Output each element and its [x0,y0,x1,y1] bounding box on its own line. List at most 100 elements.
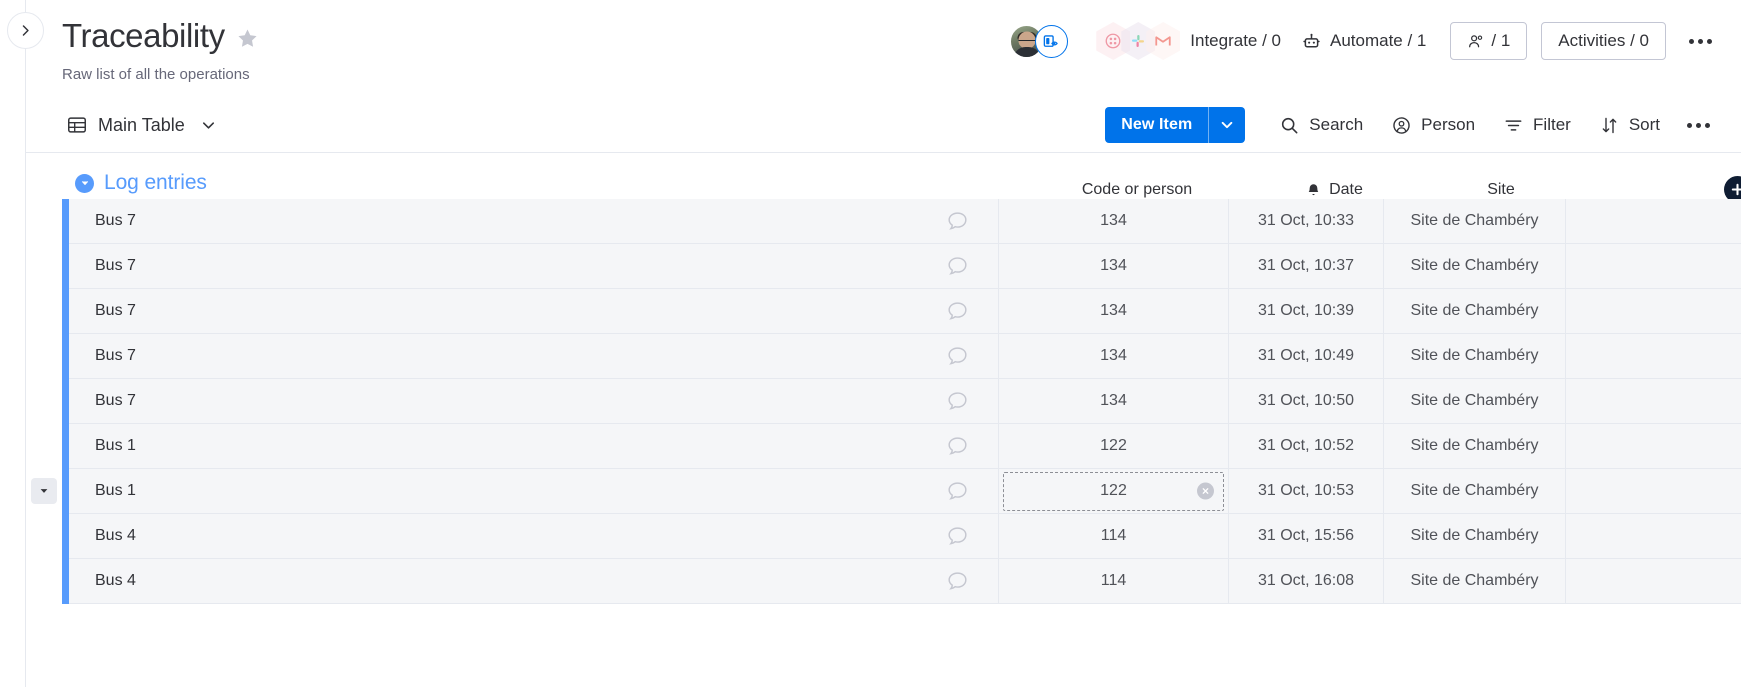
cell-site[interactable]: Site de Chambéry [1384,423,1566,469]
cell-date[interactable]: 31 Oct, 10:52 [1229,423,1384,469]
person-filter-button[interactable]: Person [1379,107,1487,144]
cell-code-value: 134 [1100,257,1127,274]
cell-code-value: 122 [1100,437,1127,454]
cell-site[interactable]: Site de Chambéry [1384,558,1566,604]
table-row[interactable]: Bus 7 134 31 Oct, 10:50 Site de Chambéry [62,378,1741,424]
tab-main-table[interactable]: Main Table [62,108,220,142]
toolbar-more-button[interactable] [1676,113,1721,138]
row-menu-button[interactable] [31,478,57,504]
cell-code[interactable]: 114 [999,513,1229,559]
column-header-date[interactable]: Date [1254,181,1414,199]
chat-bubble-icon[interactable] [945,299,970,324]
cell-date[interactable]: 31 Oct, 10:33 [1229,198,1384,244]
new-item-dropdown-button[interactable] [1209,107,1245,143]
table-row[interactable]: Bus 1 122 31 Oct, 10:52 Site de Chambéry [62,423,1741,469]
star-icon[interactable] [236,27,259,50]
table-row[interactable]: Bus 7 134 31 Oct, 10:33 Site de Chambéry [62,198,1741,244]
board-members-button[interactable]: / 1 [1450,22,1528,60]
column-header-site[interactable]: Site [1410,181,1592,199]
chevron-right-icon [22,25,29,36]
cell-name[interactable]: Bus 1 [69,423,999,469]
chevron-down-icon[interactable] [201,118,216,133]
cell-code[interactable]: 134 [999,198,1229,244]
cell-name[interactable]: Bus 7 [69,198,999,244]
activities-button[interactable]: Activities / 0 [1541,22,1666,60]
chat-bubble-icon[interactable] [945,569,970,594]
expand-sidebar-button[interactable] [7,12,44,49]
cell-name[interactable]: Bus 7 [69,378,999,424]
cell-site-value: Site de Chambéry [1410,347,1539,364]
cell-code[interactable]: 134 [999,378,1229,424]
cell-code[interactable]: 122 [999,468,1229,514]
cell-site[interactable]: Site de Chambéry [1384,243,1566,289]
chat-bubble-icon[interactable] [945,209,970,234]
table-row[interactable]: Bus 4 114 31 Oct, 15:56 Site de Chambéry [62,513,1741,559]
table-row[interactable]: Bus 4 114 31 Oct, 16:08 Site de Chambéry [62,558,1741,604]
cell-date[interactable]: 31 Oct, 10:39 [1229,288,1384,334]
cell-date[interactable]: 31 Oct, 10:37 [1229,243,1384,289]
cell-code-value: 134 [1100,347,1127,364]
new-item-button[interactable]: New Item [1105,107,1246,143]
cell-site[interactable]: Site de Chambéry [1384,513,1566,559]
table-row[interactable]: Bus 7 134 31 Oct, 10:49 Site de Chambéry [62,333,1741,379]
cell-date[interactable]: 31 Oct, 10:53 [1229,468,1384,514]
cell-code[interactable]: 134 [999,333,1229,379]
cell-site[interactable]: Site de Chambéry [1384,378,1566,424]
cell-code-value: 134 [1100,212,1127,229]
cell-date[interactable]: 31 Oct, 10:49 [1229,333,1384,379]
cell-code[interactable]: 134 [999,243,1229,289]
row-color-bar [62,288,69,334]
group-collapse-button[interactable] [75,173,94,193]
cell-empty [1566,199,1741,244]
cell-code[interactable]: 134 [999,288,1229,334]
avatar-group [1010,24,1069,58]
cell-site[interactable]: Site de Chambéry [1384,468,1566,514]
board-viewers-button[interactable] [1035,24,1069,58]
group-title[interactable]: Log entries [104,171,207,195]
header-actions: Integrate / 0 Automate / 1 / 1 Activitie… [1010,22,1721,60]
cell-name[interactable]: Bus 1 [69,468,999,514]
filter-button[interactable]: Filter [1491,107,1583,144]
person-icon [1393,116,1410,134]
integrations-icons[interactable] [1096,22,1181,60]
chat-bubble-icon[interactable] [945,344,970,369]
cell-code[interactable]: 122 [999,423,1229,469]
sort-icon [1602,117,1617,133]
cell-site[interactable]: Site de Chambéry [1384,198,1566,244]
column-header-code[interactable]: Code or person [1042,181,1232,199]
row-color-bar [62,558,69,604]
monday-glyph-icon [1105,33,1121,49]
cell-date[interactable]: 31 Oct, 16:08 [1229,558,1384,604]
cell-name[interactable]: Bus 7 [69,243,999,289]
table-row[interactable]: Bus 7 134 31 Oct, 10:37 Site de Chambéry [62,243,1741,289]
integrate-button[interactable]: Integrate / 0 [1180,24,1291,58]
row-gutter [26,469,62,514]
header-more-button[interactable] [1680,31,1721,52]
sort-button[interactable]: Sort [1587,107,1672,144]
automate-button[interactable]: Automate / 1 [1291,24,1436,59]
chat-bubble-icon[interactable] [945,524,970,549]
avatar-glasses [1018,39,1036,44]
cell-name[interactable]: Bus 7 [69,333,999,379]
chat-bubble-icon[interactable] [945,389,970,414]
cell-name[interactable]: Bus 7 [69,288,999,334]
cell-code-value: 134 [1100,302,1127,319]
row-color-bar [62,198,69,244]
cell-name[interactable]: Bus 4 [69,513,999,559]
chat-bubble-icon[interactable] [945,254,970,279]
search-button[interactable]: Search [1267,107,1375,144]
column-header-code-label: Code or person [1081,181,1193,198]
table-row[interactable]: Bus 1 122 31 Oct, 10:53 Site de Chambéry [31,468,1741,514]
cell-date[interactable]: 31 Oct, 10:50 [1229,378,1384,424]
cell-site[interactable]: Site de Chambéry [1384,333,1566,379]
cell-name[interactable]: Bus 4 [69,558,999,604]
chat-bubble-icon[interactable] [945,479,970,504]
board-header: Traceability Raw list of all the operati… [26,0,1741,83]
cell-date[interactable]: 31 Oct, 15:56 [1229,513,1384,559]
chat-bubble-icon[interactable] [945,434,970,459]
cell-code[interactable]: 114 [999,558,1229,604]
clear-cell-button[interactable] [1197,482,1214,500]
table-row[interactable]: Bus 7 134 31 Oct, 10:39 Site de Chambéry [62,288,1741,334]
cell-site-value: Site de Chambéry [1410,572,1539,589]
cell-site[interactable]: Site de Chambéry [1384,288,1566,334]
